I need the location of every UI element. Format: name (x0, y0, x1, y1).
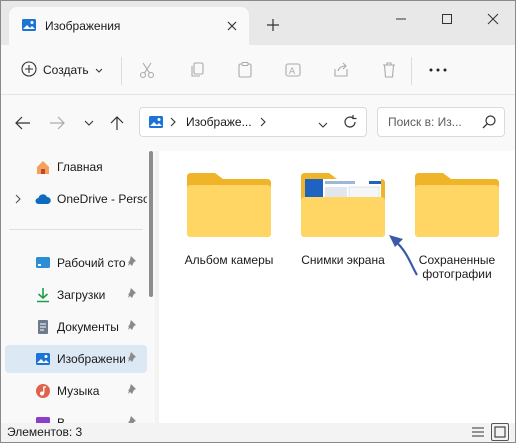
svg-text:A: A (289, 67, 296, 77)
sidebar-item-home[interactable]: Главная (5, 153, 147, 181)
search-icon[interactable] (482, 115, 496, 132)
sidebar-item-downloads[interactable]: Загрузки (5, 281, 147, 309)
pin-icon[interactable] (127, 351, 141, 365)
pin-icon[interactable] (127, 383, 141, 397)
pictures-icon (148, 114, 164, 133)
sidebar-item-pictures[interactable]: Изображени (5, 345, 147, 373)
item-count: Элементов: 3 (7, 425, 83, 439)
breadcrumb-chevron-icon[interactable] (260, 116, 266, 130)
file-explorer-window: Изображения Создать A Изображе... Поиск … (0, 0, 516, 443)
up-arrow-icon[interactable] (107, 113, 127, 133)
status-bar: Элементов: 3 (1, 423, 515, 442)
sidebar-item-label: Музыка (57, 384, 100, 398)
navigation-bar: Изображе... Поиск в: Из... (1, 95, 515, 151)
folder-label: Альбом камеры (184, 253, 274, 267)
sidebar-item-label: OneDrive - Perso (57, 192, 147, 206)
details-view-icon[interactable] (469, 423, 487, 441)
sidebar-item-desktop[interactable]: Рабочий сто (5, 249, 147, 277)
sidebar-divider (9, 229, 143, 230)
sidebar-item-label: Документы (57, 320, 119, 334)
sidebar-item-documents[interactable]: Документы (5, 313, 147, 341)
minimize-button[interactable] (379, 3, 423, 35)
search-box[interactable]: Поиск в: Из... (377, 107, 505, 137)
sidebar-item-videos[interactable]: В (5, 409, 147, 423)
large-icons-view-icon[interactable] (491, 423, 509, 441)
toolbar-separator (411, 57, 412, 85)
pin-icon[interactable] (127, 415, 141, 423)
folder-item[interactable]: Альбом камеры (171, 169, 275, 299)
video-icon (35, 415, 51, 423)
title-bar: Изображения (1, 1, 515, 45)
cut-icon[interactable] (135, 58, 159, 82)
paste-icon[interactable] (233, 58, 257, 82)
command-bar: Создать A (1, 45, 515, 95)
cloud-icon (35, 191, 51, 207)
rename-icon[interactable]: A (281, 58, 305, 82)
pictures-icon (35, 351, 51, 367)
copy-icon[interactable] (185, 58, 209, 82)
plus-circle-icon (21, 60, 37, 80)
create-label: Создать (43, 63, 89, 77)
sidebar-item-label: Изображени (57, 352, 125, 366)
new-tab-button[interactable] (263, 15, 283, 35)
create-button[interactable]: Создать (13, 55, 109, 85)
delete-icon[interactable] (377, 58, 401, 82)
chevron-right-icon[interactable] (15, 193, 25, 205)
maximize-button[interactable] (425, 3, 469, 35)
sidebar-item-label: Рабочий сто (57, 256, 125, 270)
pin-icon[interactable] (127, 319, 141, 333)
address-bar[interactable]: Изображе... (139, 107, 367, 137)
breadcrumb-current[interactable]: Изображе... (186, 115, 252, 129)
sidebar-scrollbar[interactable] (149, 151, 153, 297)
music-icon (35, 383, 51, 399)
search-input[interactable]: Поиск в: Из... (388, 115, 462, 129)
chevron-down-icon (95, 63, 103, 77)
recent-chevron-down-icon[interactable] (79, 113, 99, 133)
file-list-pane: Альбом камеры Снимки экрана Сохраненные … (159, 151, 515, 423)
sidebar-item-music[interactable]: Музыка (5, 377, 147, 405)
pictures-icon (21, 17, 37, 36)
address-chevron-down-icon[interactable] (318, 117, 328, 131)
tab-pictures[interactable]: Изображения (9, 7, 249, 45)
refresh-icon[interactable] (342, 114, 358, 133)
home-icon (35, 159, 51, 175)
tab-title: Изображения (45, 19, 121, 33)
folder-label: Снимки экрана (301, 253, 385, 267)
folder-item[interactable]: Снимки экрана (285, 169, 389, 299)
forward-arrow-icon[interactable] (47, 113, 67, 133)
desktop-icon (35, 255, 51, 271)
navigation-pane: Главная OneDrive - Perso Рабочий сто Заг… (1, 151, 155, 423)
back-arrow-icon[interactable] (13, 113, 33, 133)
folder-with-screenshots-icon (299, 169, 387, 241)
sidebar-item-label: Главная (57, 160, 103, 174)
sidebar-item-onedrive[interactable]: OneDrive - Perso (5, 185, 147, 213)
share-icon[interactable] (329, 58, 353, 82)
toolbar-separator (121, 57, 122, 85)
sidebar-item-label: В (57, 416, 66, 423)
annotation-arrow-icon (389, 235, 418, 276)
more-icon[interactable] (423, 58, 453, 82)
close-tab-icon[interactable] (223, 17, 241, 35)
pin-icon[interactable] (127, 255, 141, 269)
breadcrumb-chevron-icon[interactable] (170, 116, 176, 130)
download-icon (35, 287, 51, 303)
pin-icon[interactable] (127, 287, 141, 301)
document-icon (35, 319, 51, 335)
close-window-button[interactable] (471, 3, 515, 35)
folder-icon (185, 169, 273, 241)
sidebar-item-label: Загрузки (57, 288, 106, 302)
